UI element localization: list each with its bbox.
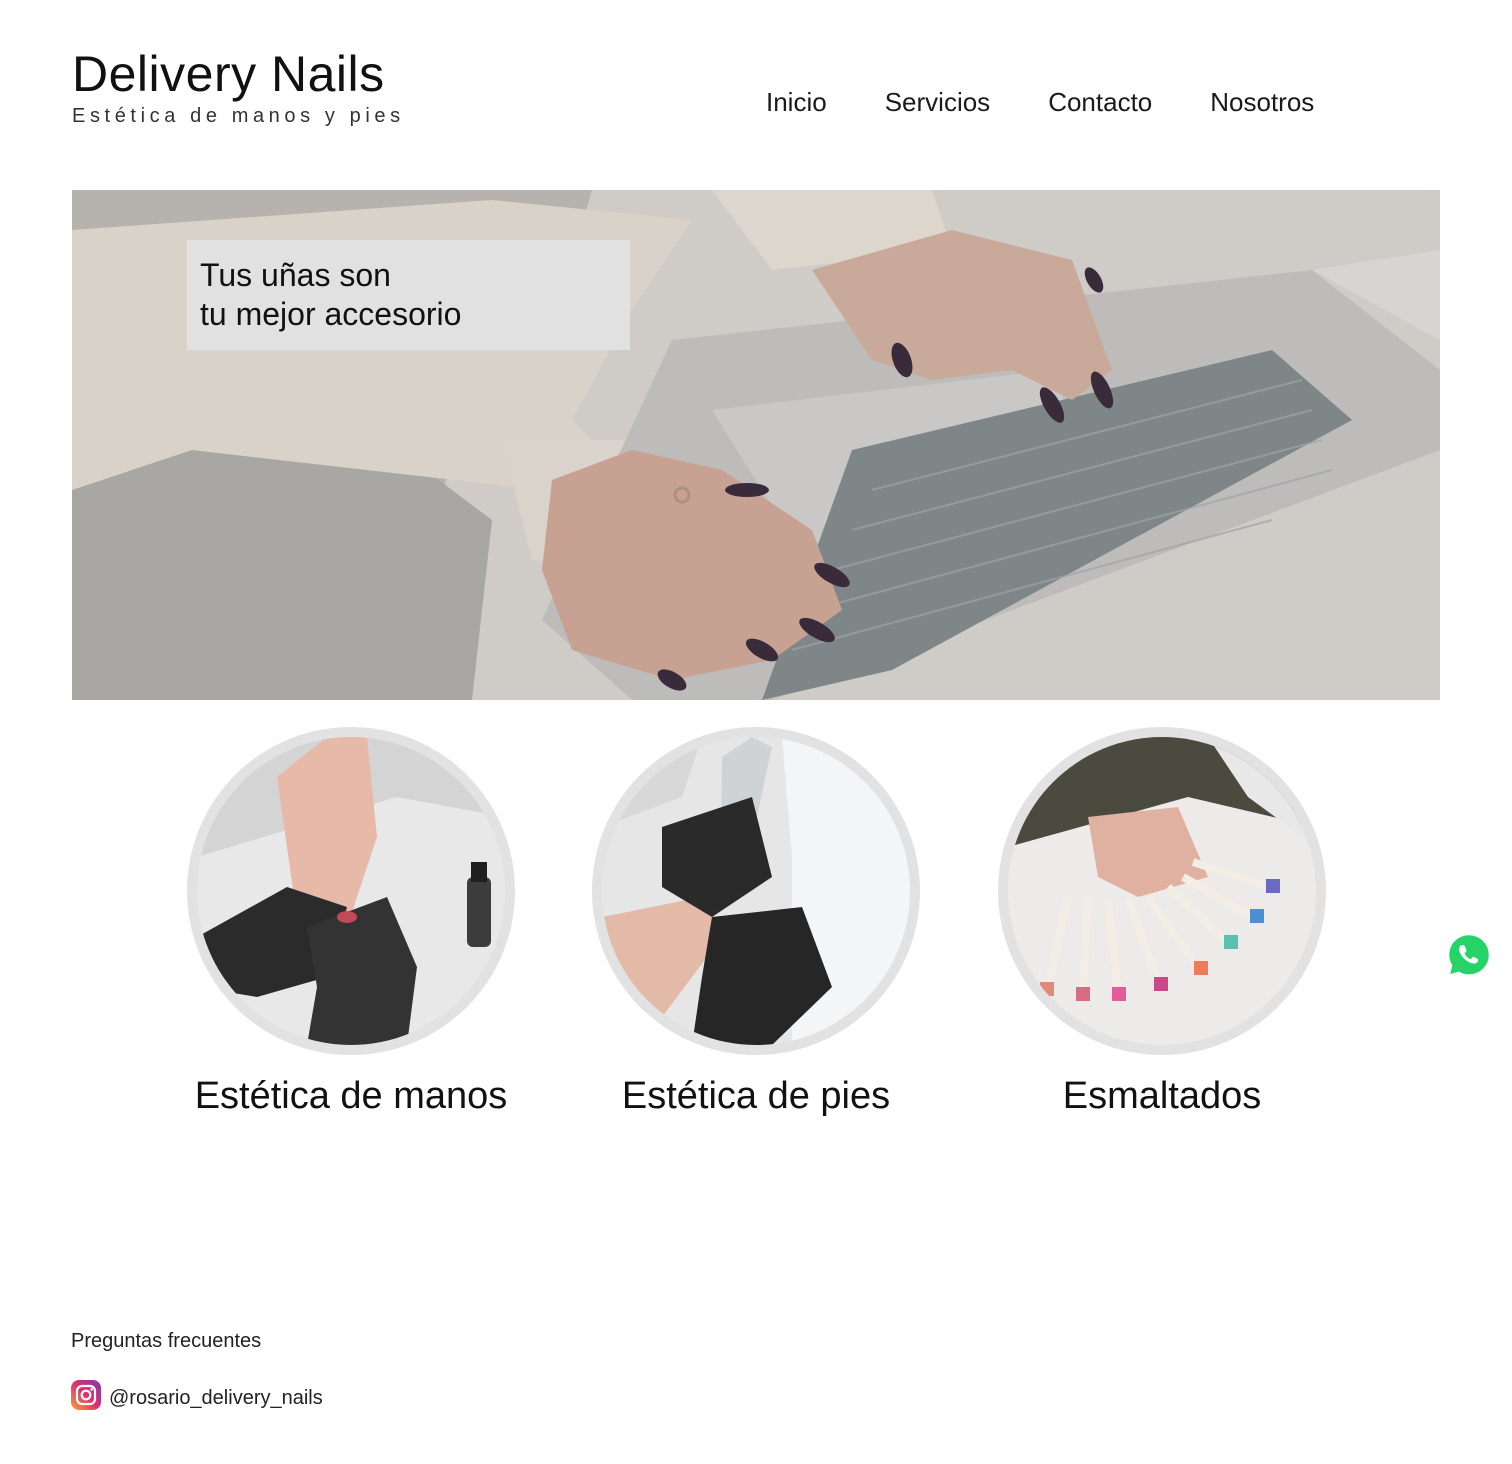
nav-item-inicio[interactable]: Inicio bbox=[766, 86, 827, 118]
nav-item-servicios[interactable]: Servicios bbox=[885, 86, 990, 118]
instagram-icon[interactable] bbox=[71, 1380, 101, 1410]
faq-link[interactable]: Preguntas frecuentes bbox=[71, 1330, 261, 1353]
service-label-manos[interactable]: Estética de manos bbox=[127, 1073, 575, 1119]
nav-item-nosotros[interactable]: Nosotros bbox=[1210, 86, 1314, 118]
hero-banner: Tus uñas son tu mejor accesorio bbox=[72, 190, 1440, 700]
nav-item-contacto[interactable]: Contacto bbox=[1048, 86, 1152, 118]
instagram-handle[interactable]: @rosario_delivery_nails bbox=[109, 1387, 323, 1410]
brand[interactable]: Delivery Nails Estética de manos y pies bbox=[72, 44, 405, 128]
service-image-pies[interactable] bbox=[592, 727, 920, 1055]
service-image-manos[interactable] bbox=[187, 727, 515, 1055]
main-nav: Inicio Servicios Contacto Nosotros bbox=[766, 86, 1314, 118]
hero-caption-line1: Tus uñas son bbox=[200, 257, 391, 293]
instagram-link[interactable]: @rosario_delivery_nails bbox=[71, 1380, 323, 1410]
site-subtitle: Estética de manos y pies bbox=[72, 105, 405, 127]
whatsapp-button[interactable] bbox=[1446, 932, 1492, 978]
whatsapp-icon[interactable] bbox=[1446, 932, 1492, 978]
site-title[interactable]: Delivery Nails bbox=[72, 44, 405, 104]
service-card-manos[interactable]: Estética de manos bbox=[187, 727, 515, 1117]
service-card-pies[interactable]: Estética de pies bbox=[592, 727, 920, 1117]
service-image-esmaltados[interactable] bbox=[998, 727, 1326, 1055]
service-card-esmaltados[interactable]: Esmaltados bbox=[998, 727, 1326, 1117]
hero-caption-line2: tu mejor accesorio bbox=[200, 296, 462, 332]
service-label-esmaltados[interactable]: Esmaltados bbox=[938, 1073, 1386, 1119]
service-label-pies[interactable]: Estética de pies bbox=[532, 1073, 980, 1119]
hero-caption: Tus uñas son tu mejor accesorio bbox=[187, 240, 630, 350]
